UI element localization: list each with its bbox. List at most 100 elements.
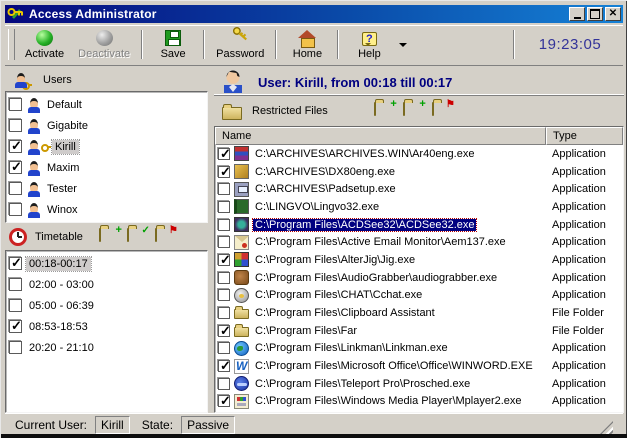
file-checkbox[interactable] <box>218 201 230 213</box>
user-checkbox[interactable] <box>9 161 22 174</box>
file-type: Application <box>552 272 606 284</box>
file-checkbox[interactable] <box>218 289 230 301</box>
user-icon <box>26 181 42 197</box>
file-checkbox[interactable] <box>218 307 230 319</box>
user-checkbox[interactable] <box>9 140 22 153</box>
timetable-list-item[interactable]: 02:00 - 03:00 <box>6 274 207 295</box>
help-dropdown-arrow[interactable] <box>395 27 411 62</box>
file-type: File Folder <box>552 325 604 337</box>
table-row[interactable]: C:\Program Files\AudioGrabber\audiograbb… <box>215 269 623 287</box>
table-row[interactable]: C:\ARCHIVES\DX80eng.exe Application <box>215 163 623 181</box>
period-checkbox[interactable] <box>9 320 22 333</box>
toolbar-separator <box>141 30 143 59</box>
file-checkbox[interactable] <box>218 236 230 248</box>
toolbar-separator <box>275 30 277 59</box>
setup-icon <box>234 182 249 197</box>
file-checkbox[interactable] <box>218 342 230 354</box>
table-row[interactable]: C:\Program Files\Active Email Monitor\Ae… <box>215 233 623 251</box>
file-checkbox[interactable] <box>218 166 230 178</box>
user-checkbox[interactable] <box>9 203 22 216</box>
period-checkbox[interactable] <box>9 341 22 354</box>
user-list-item[interactable]: Kirill <box>6 136 207 157</box>
timetable-list-item[interactable]: 08:53-18:53 <box>6 316 207 337</box>
table-row[interactable]: C:\LINGVO\Lingvo32.exe Application <box>215 198 623 216</box>
home-button[interactable]: Home <box>281 27 333 62</box>
password-button[interactable]: Password <box>209 27 271 62</box>
period-checkbox[interactable] <box>9 299 22 312</box>
table-row[interactable]: C:\Program Files\Microsoft Office\Office… <box>215 357 623 375</box>
file-checkbox[interactable] <box>218 254 230 266</box>
add-folder-button[interactable] <box>403 103 423 120</box>
timetable-list-item[interactable]: 20:20 - 21:10 <box>6 337 207 358</box>
audiograbber-icon <box>234 270 249 285</box>
email-icon <box>234 235 249 250</box>
file-checkbox[interactable] <box>218 272 230 284</box>
resize-grip[interactable] <box>599 421 613 435</box>
file-type: Application <box>552 378 606 390</box>
toolbar-gripper[interactable] <box>8 29 15 60</box>
table-row[interactable]: C:\Program Files\Linkman\Linkman.exe App… <box>215 340 623 358</box>
remove-period-button[interactable] <box>155 229 175 246</box>
period-range: 00:18-00:17 <box>26 257 91 271</box>
user-list-item[interactable]: Winox <box>6 199 207 220</box>
period-checkbox[interactable] <box>9 278 22 291</box>
table-row[interactable]: C:\ARCHIVES\Padsetup.exe Application <box>215 180 623 198</box>
timetable-list-item[interactable]: 05:00 - 06:39 <box>6 295 207 316</box>
activate-button[interactable]: Activate <box>18 27 71 62</box>
main-toolbar: Activate Deactivate Save Password Home <box>5 25 623 66</box>
timetable-panel-header: Timetable <box>5 224 208 250</box>
file-path: C:\ARCHIVES\ARCHIVES.WIN\Ar40eng.exe <box>253 148 476 160</box>
user-checkbox[interactable] <box>9 98 22 111</box>
column-header-name[interactable]: Name <box>215 127 546 145</box>
remove-entry-icon <box>432 102 434 116</box>
user-name: Tester <box>44 182 80 196</box>
table-row[interactable]: C:\Program Files\AlterJig\Jig.exe Applic… <box>215 251 623 269</box>
file-type: Application <box>552 166 606 178</box>
file-path: C:\Program Files\Microsoft Office\Office… <box>253 360 535 372</box>
save-button[interactable]: Save <box>147 27 199 62</box>
restricted-files-rows: C:\ARCHIVES\ARCHIVES.WIN\Ar40eng.exe App… <box>215 145 623 410</box>
add-period-button[interactable] <box>99 229 119 246</box>
home-icon <box>298 30 316 46</box>
table-row[interactable]: C:\Program Files\Clipboard Assistant Fil… <box>215 304 623 322</box>
remove-period-icon <box>155 228 157 242</box>
file-checkbox[interactable] <box>218 395 230 407</box>
window-title: Access Administrator <box>29 7 157 21</box>
period-range: 02:00 - 03:00 <box>26 278 97 292</box>
add-period-icon <box>99 228 101 242</box>
table-row[interactable]: C:\Program Files\ACDSee32\ACDSee32.exe A… <box>215 216 623 234</box>
table-row[interactable]: C:\Program Files\Far File Folder <box>215 322 623 340</box>
lingvo-icon <box>234 199 249 214</box>
maximize-button[interactable] <box>587 7 603 21</box>
folder-icon <box>234 309 249 319</box>
user-checkbox[interactable] <box>9 119 22 132</box>
left-panel: Users Default Gigabite Kirill <box>5 69 208 413</box>
timetable-list-item[interactable]: 00:18-00:17 <box>6 253 207 274</box>
file-checkbox[interactable] <box>218 148 230 160</box>
file-checkbox[interactable] <box>218 360 230 372</box>
minimize-button[interactable] <box>569 7 585 21</box>
close-button[interactable] <box>605 7 621 21</box>
help-button[interactable]: ? Help <box>343 27 395 62</box>
timetable-list: 00:18-00:17 02:00 - 03:00 05:00 - 06:39 … <box>5 250 208 413</box>
title-bar[interactable]: Access Administrator <box>5 5 623 23</box>
user-list-item[interactable]: Tester <box>6 178 207 199</box>
file-checkbox[interactable] <box>218 183 230 195</box>
table-row[interactable]: C:\Program Files\CHAT\Cchat.exe Applicat… <box>215 287 623 305</box>
period-checkbox[interactable] <box>9 257 22 270</box>
file-checkbox[interactable] <box>218 378 230 390</box>
user-list-item[interactable]: Default <box>6 94 207 115</box>
apply-period-button[interactable] <box>127 229 147 246</box>
add-file-button[interactable] <box>374 103 394 120</box>
column-header-type[interactable]: Type <box>546 127 623 145</box>
table-row[interactable]: C:\Program Files\Windows Media Player\Mp… <box>215 393 623 411</box>
app-keys-icon <box>7 7 25 21</box>
user-list-item[interactable]: Maxim <box>6 157 207 178</box>
user-checkbox[interactable] <box>9 182 22 195</box>
table-row[interactable]: C:\ARCHIVES\ARCHIVES.WIN\Ar40eng.exe App… <box>215 145 623 163</box>
file-checkbox[interactable] <box>218 325 230 337</box>
file-checkbox[interactable] <box>218 219 230 231</box>
table-row[interactable]: C:\Program Files\Teleport Pro\Prosched.e… <box>215 375 623 393</box>
remove-entry-button[interactable] <box>432 103 452 120</box>
user-list-item[interactable]: Gigabite <box>6 115 207 136</box>
